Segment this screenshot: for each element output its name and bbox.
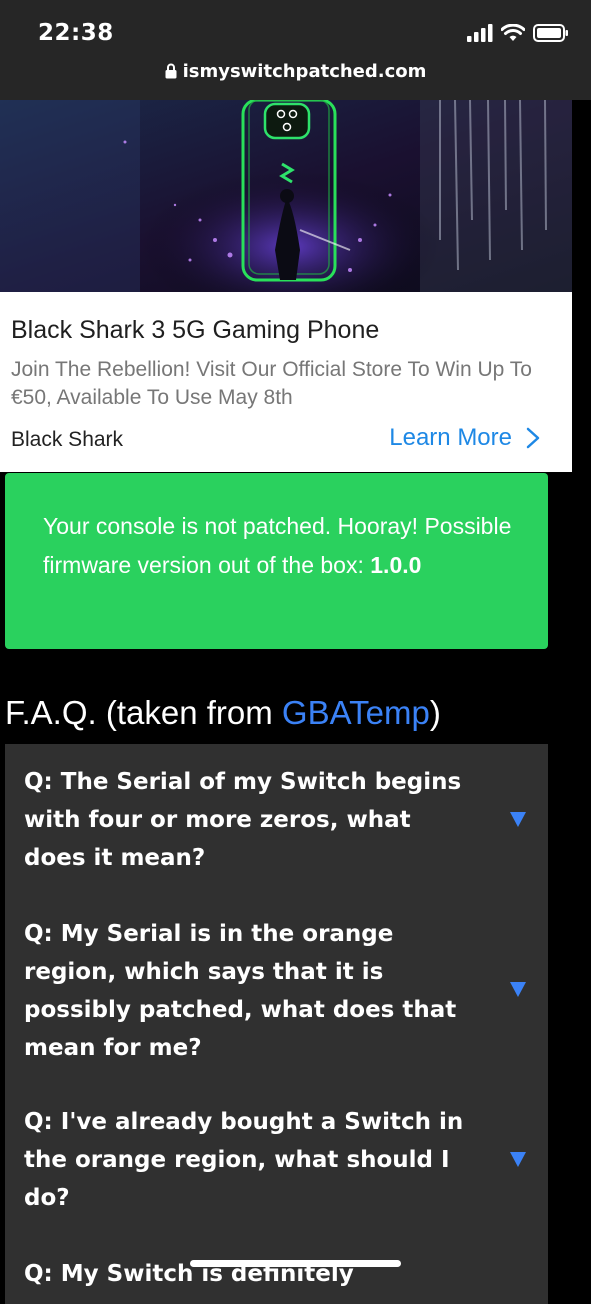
faq-question-bought-orange[interactable]: Q: I've already bought a Switch in the o… [24,1103,464,1217]
battery-icon [533,24,568,42]
ad-artwork [0,100,572,292]
lock-icon [165,63,177,79]
learn-more-label: Learn More [389,424,512,451]
ad-title[interactable]: Black Shark 3 5G Gaming Phone [11,316,379,345]
status-icons [467,24,569,42]
url-text: ismyswitchpatched.com [182,61,427,82]
cellular-signal-icon [467,24,493,42]
faq-list: Q: The Serial of my Switch begins with f… [5,744,548,1304]
triangle-down-icon[interactable] [510,982,526,997]
faq-question-serial-zeros[interactable]: Q: The Serial of my Switch begins with f… [24,763,464,877]
wifi-icon [501,24,525,41]
gbatemp-link[interactable]: GBATemp [282,694,430,731]
ad-card[interactable]: Black Shark 3 5G Gaming Phone Join The R… [0,292,572,472]
learn-more-button[interactable]: Learn More [389,424,540,452]
status-time: 22:38 [38,20,114,46]
ad-brand: Black Shark [11,428,124,451]
chevron-right-icon [526,427,540,449]
triangle-down-icon[interactable] [510,1152,526,1167]
ad-description: Join The Rebellion! Visit Our Official S… [11,358,532,409]
faq-question-orange-region[interactable]: Q: My Serial is in the orange region, wh… [24,915,464,1067]
firmware-version: 1.0.0 [370,552,422,578]
faq-heading-prefix: F.A.Q. (taken from [5,694,282,731]
faq-heading-suffix: ) [429,694,441,731]
patch-status-box: Your console is not patched. Hooray! Pos… [5,473,548,649]
patch-status-message: Your console is not patched. Hooray! Pos… [43,513,512,578]
address-bar[interactable]: ismyswitchpatched.com [0,61,591,82]
triangle-down-icon[interactable] [510,812,526,827]
status-bar: 22:38 ismyswitchpatched.com [0,0,591,100]
home-indicator[interactable] [190,1260,401,1267]
faq-heading: F.A.Q. (taken from GBATemp) [5,694,441,732]
patch-status-text: Your console is not patched. Hooray! Pos… [43,507,513,585]
ad-banner-image[interactable] [0,100,572,292]
